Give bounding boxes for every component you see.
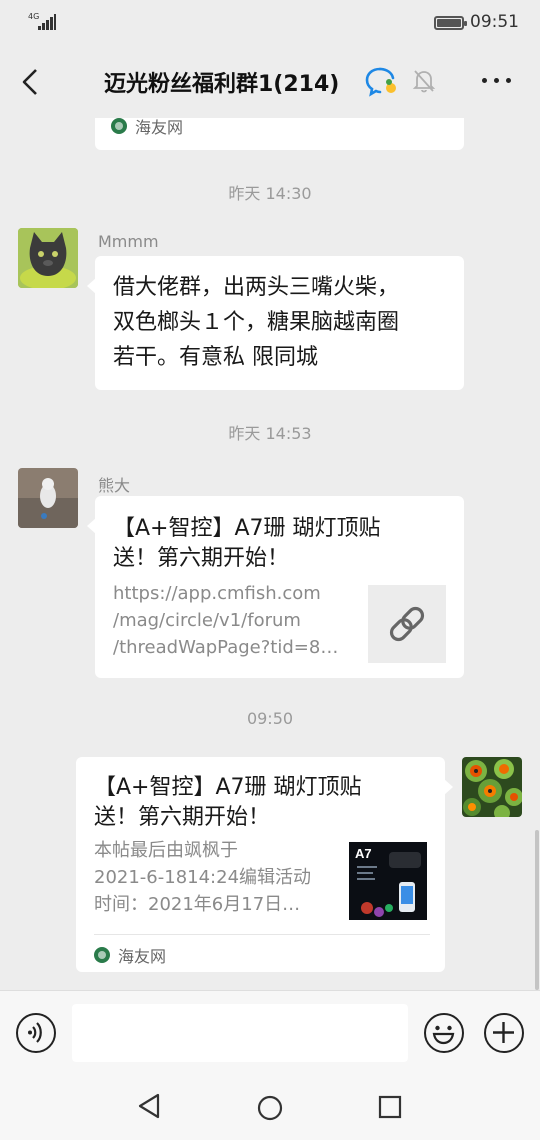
link-card[interactable]: 【A+智控】A7珊 瑚灯顶贴 送！第六期开始！ https://app.cmfi… [87,496,464,678]
my-avatar[interactable] [462,757,522,817]
chat-header: 迈光粉丝福利群1(214) [0,46,540,118]
more-icon[interactable] [480,76,514,86]
card-title-line: 送！第六期开始！ [113,546,290,571]
group-title: 迈光粉丝福利群1(214) [104,72,340,97]
nav-home-icon[interactable] [256,1094,284,1122]
back-arrow-icon[interactable] [16,64,46,100]
timestamp: 昨天 14:53 [228,424,312,443]
card-title-line: 送！第六期开始！ [94,805,271,830]
source-logo-icon [111,118,127,134]
card-desc-line: 时间：2021年6月17日… [94,894,301,915]
nav-back-icon[interactable] [136,1092,164,1120]
card-desc-line: 本帖最后由飒枫于 [94,840,238,861]
card-title-line: 【A+智控】A7珊 瑚灯顶贴 [94,775,362,800]
card-thumbnail: A7 [349,842,427,920]
message-line: 双色榔头１个，糖果脑越南圈 [113,310,400,335]
message-input[interactable] [72,1004,408,1062]
source-name: 海友网 [118,947,167,966]
message-line: 借大佬群，出两头三嘴火柴， [113,275,400,300]
card-desc-line: https://app.cmfish.com [113,583,321,604]
mute-bell-icon [412,68,436,94]
system-nav-bar [0,1070,540,1140]
source-logo-icon [94,947,110,963]
status-bar: 4G 09:51 [0,0,540,46]
clock: 09:51 [470,12,519,32]
card-title-line: 【A+智控】A7珊 瑚灯顶贴 [113,516,381,541]
card-desc-line: 2021-6-1814:24编辑活动 [94,867,312,888]
source-name: 海友网 [135,118,184,137]
signal-icon [38,14,56,30]
previous-card[interactable]: 海友网 [95,118,464,150]
emoji-icon[interactable] [424,1013,464,1053]
link-icon [389,606,425,642]
source-row: 海友网 [94,943,166,967]
plus-icon[interactable] [484,1013,524,1053]
avatar[interactable] [18,228,78,288]
nav-recents-icon[interactable] [378,1095,402,1119]
source-row: 海友网 [111,118,183,138]
sender-name: 熊大 [98,476,131,495]
group-chat-icon [364,66,400,98]
input-bar [0,990,540,1070]
chat-area[interactable]: 海友网 昨天 14:30 Mmmm 借大佬群，出两头三嘴火柴， 双色榔头１个，糖… [0,118,540,990]
card-desc-line: /mag/circle/v1/forum [113,610,301,631]
timestamp: 09:50 [246,709,294,728]
voice-icon[interactable] [16,1013,56,1053]
card-divider [94,934,430,935]
avatar[interactable] [18,468,78,528]
link-thumbnail [368,585,446,663]
message-line: 若干。有意私 限同城 [113,345,318,370]
scrollbar[interactable] [535,830,539,990]
text-message[interactable]: 借大佬群，出两头三嘴火柴， 双色榔头１个，糖果脑越南圈 若干。有意私 限同城 [87,256,464,390]
link-card[interactable]: 【A+智控】A7珊 瑚灯顶贴 送！第六期开始！ 本帖最后由飒枫于 2021-6-… [76,757,453,972]
timestamp: 昨天 14:30 [228,184,312,203]
card-desc-line: /threadWapPage?tid=8… [113,637,339,658]
battery-icon [434,16,467,30]
sender-name: Mmmm [98,232,159,251]
